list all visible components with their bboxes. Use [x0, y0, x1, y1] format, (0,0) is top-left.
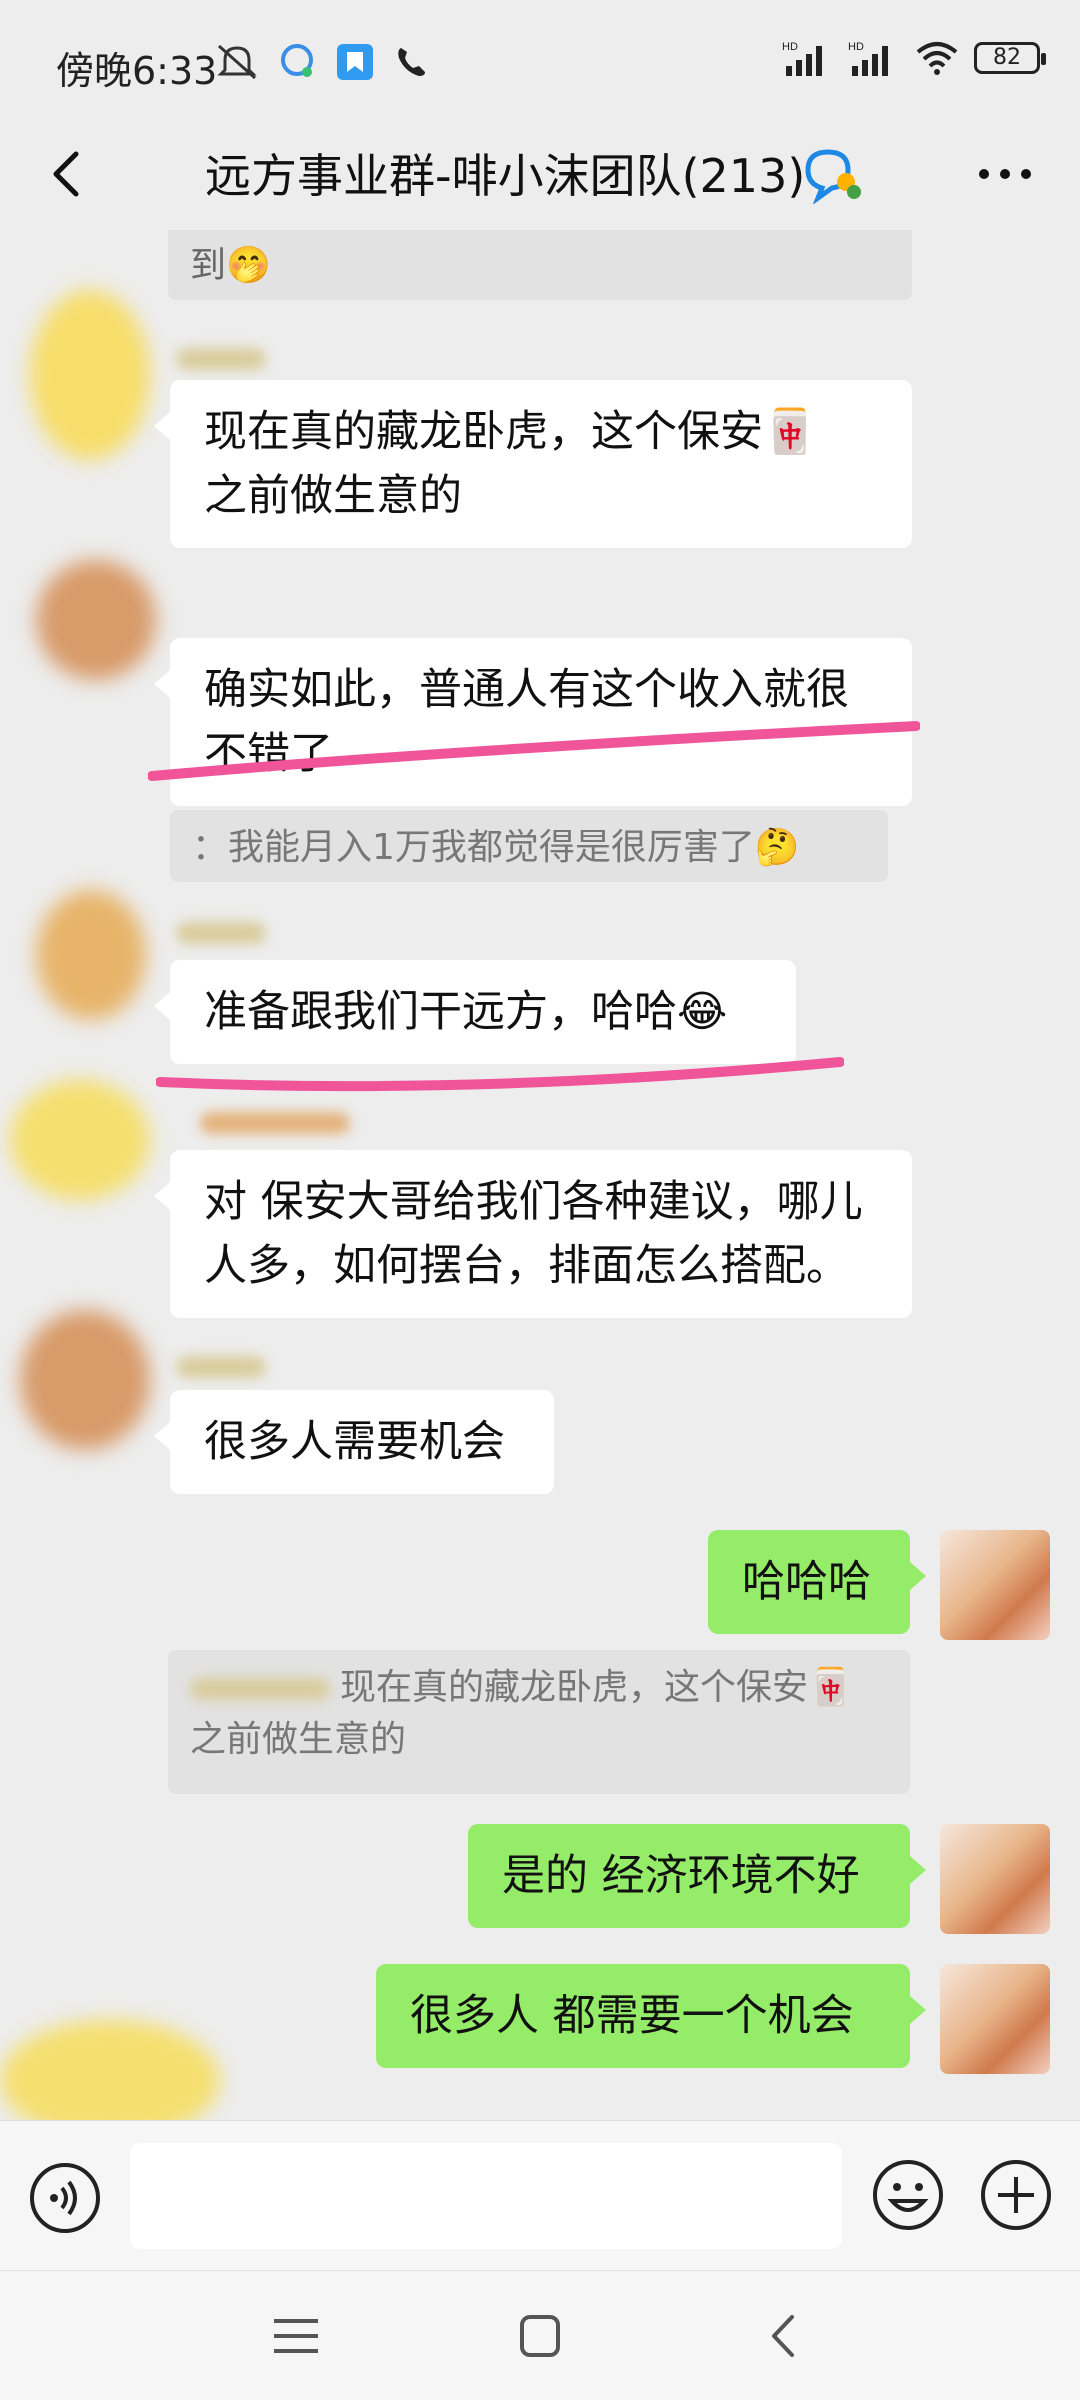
status-icons-right: HD HD 82: [782, 38, 1046, 78]
message-text-line: 对 保安大哥给我们各种建议，哪儿: [204, 1177, 863, 1227]
message-bubble-outgoing[interactable]: 是的 经济环境不好: [468, 1824, 926, 1928]
highlight-underline: [148, 721, 920, 781]
my-avatar[interactable]: [940, 1530, 1050, 1640]
input-bar: [0, 2120, 1080, 2270]
avatar[interactable]: [36, 890, 146, 1020]
avatar[interactable]: [0, 2020, 220, 2120]
home-icon[interactable]: [510, 2311, 570, 2361]
my-avatar[interactable]: [940, 1964, 1050, 2074]
hd-signal-icon: HD: [848, 41, 888, 76]
sender-name: [176, 1356, 266, 1378]
avatar[interactable]: [10, 1080, 150, 1200]
status-bar: 傍晚6:33 HD HD 82: [0, 0, 1080, 120]
plus-icon[interactable]: [978, 2157, 1054, 2233]
quote-sender-name: [190, 1678, 330, 1700]
message-bubble[interactable]: 对 保安大哥给我们各种建议，哪儿 人多，如何摆台，排面怎么搭配。: [154, 1150, 912, 1318]
message-partial-top: 到🤭: [168, 230, 912, 300]
more-icon[interactable]: [970, 144, 1040, 204]
message-text: 到🤭: [190, 245, 271, 286]
my-avatar[interactable]: [940, 1824, 1050, 1934]
message-list[interactable]: 到🤭 现在真的藏龙卧虎，这个保安🀄 之前做生意的 确实如此，普通人有这个收入就很…: [0, 230, 1080, 2120]
sender-name: [200, 1112, 350, 1134]
hd-signal-icon: HD: [782, 41, 822, 76]
message-bubble-outgoing[interactable]: 很多人 都需要一个机会: [376, 1964, 926, 2068]
message-text-line: 哈哈哈: [742, 1557, 871, 1607]
battery-icon: 82: [974, 42, 1046, 74]
svg-text:HD: HD: [848, 41, 864, 53]
sender-name: [176, 348, 266, 370]
phone-icon: [398, 48, 425, 76]
page-title: 远方事业群-啡小沫团队(213): [205, 149, 806, 203]
status-icons-left: [215, 40, 429, 84]
sender-name: [176, 922, 266, 944]
bookmark-app-icon: [337, 44, 373, 80]
message-bubble-outgoing[interactable]: 哈哈哈: [708, 1530, 926, 1634]
quoted-reply: ：我能月入1万我都觉得是很厉害了🤔: [170, 810, 888, 882]
message-app-icon: [281, 44, 313, 77]
quote-text-line: 之前做生意的: [190, 1719, 407, 1760]
menu-icon[interactable]: [266, 2311, 326, 2361]
avatar[interactable]: [36, 560, 156, 680]
message-text-line: 很多人 都需要一个机会: [410, 1991, 854, 2041]
message-bubble[interactable]: 很多人需要机会: [154, 1390, 554, 1494]
wifi-icon: [916, 42, 958, 75]
quote-text: ：我能月入1万我都觉得是很厉害了🤔: [192, 827, 800, 868]
status-time: 傍晚6:33: [56, 49, 218, 93]
svg-text:HD: HD: [782, 41, 798, 53]
group-badge-icon: [805, 149, 861, 204]
quoted-reply: 现在真的藏龙卧虎，这个保安🀄 之前做生意的: [168, 1650, 910, 1794]
title-bar: 远方事业群-啡小沫团队(213): [0, 120, 1080, 230]
nav-bar: [0, 2270, 1080, 2400]
message-text-line: 很多人需要机会: [204, 1417, 505, 1467]
voice-icon[interactable]: [28, 2161, 102, 2235]
message-text-line: 准备跟我们干远方，哈哈😂: [204, 987, 728, 1037]
back-nav-icon[interactable]: [754, 2311, 814, 2361]
message-text-line: 人多，如何摆台，排面怎么搭配。: [204, 1241, 849, 1291]
mute-icon: [217, 44, 257, 80]
message-text-line: 确实如此，普通人有这个收入就很: [204, 665, 849, 715]
message-text-line: 是的 经济环境不好: [502, 1851, 860, 1901]
emoji-icon[interactable]: [870, 2157, 946, 2233]
message-input[interactable]: [130, 2143, 842, 2249]
message-text-line: 现在真的藏龙卧虎，这个保安🀄: [204, 407, 817, 457]
highlight-underline: [156, 1057, 844, 1092]
message-text-line: 之前做生意的: [204, 471, 462, 521]
back-icon[interactable]: [40, 144, 100, 204]
avatar[interactable]: [20, 1310, 150, 1450]
message-bubble[interactable]: 现在真的藏龙卧虎，这个保安🀄 之前做生意的: [154, 380, 912, 548]
avatar[interactable]: [30, 290, 150, 460]
